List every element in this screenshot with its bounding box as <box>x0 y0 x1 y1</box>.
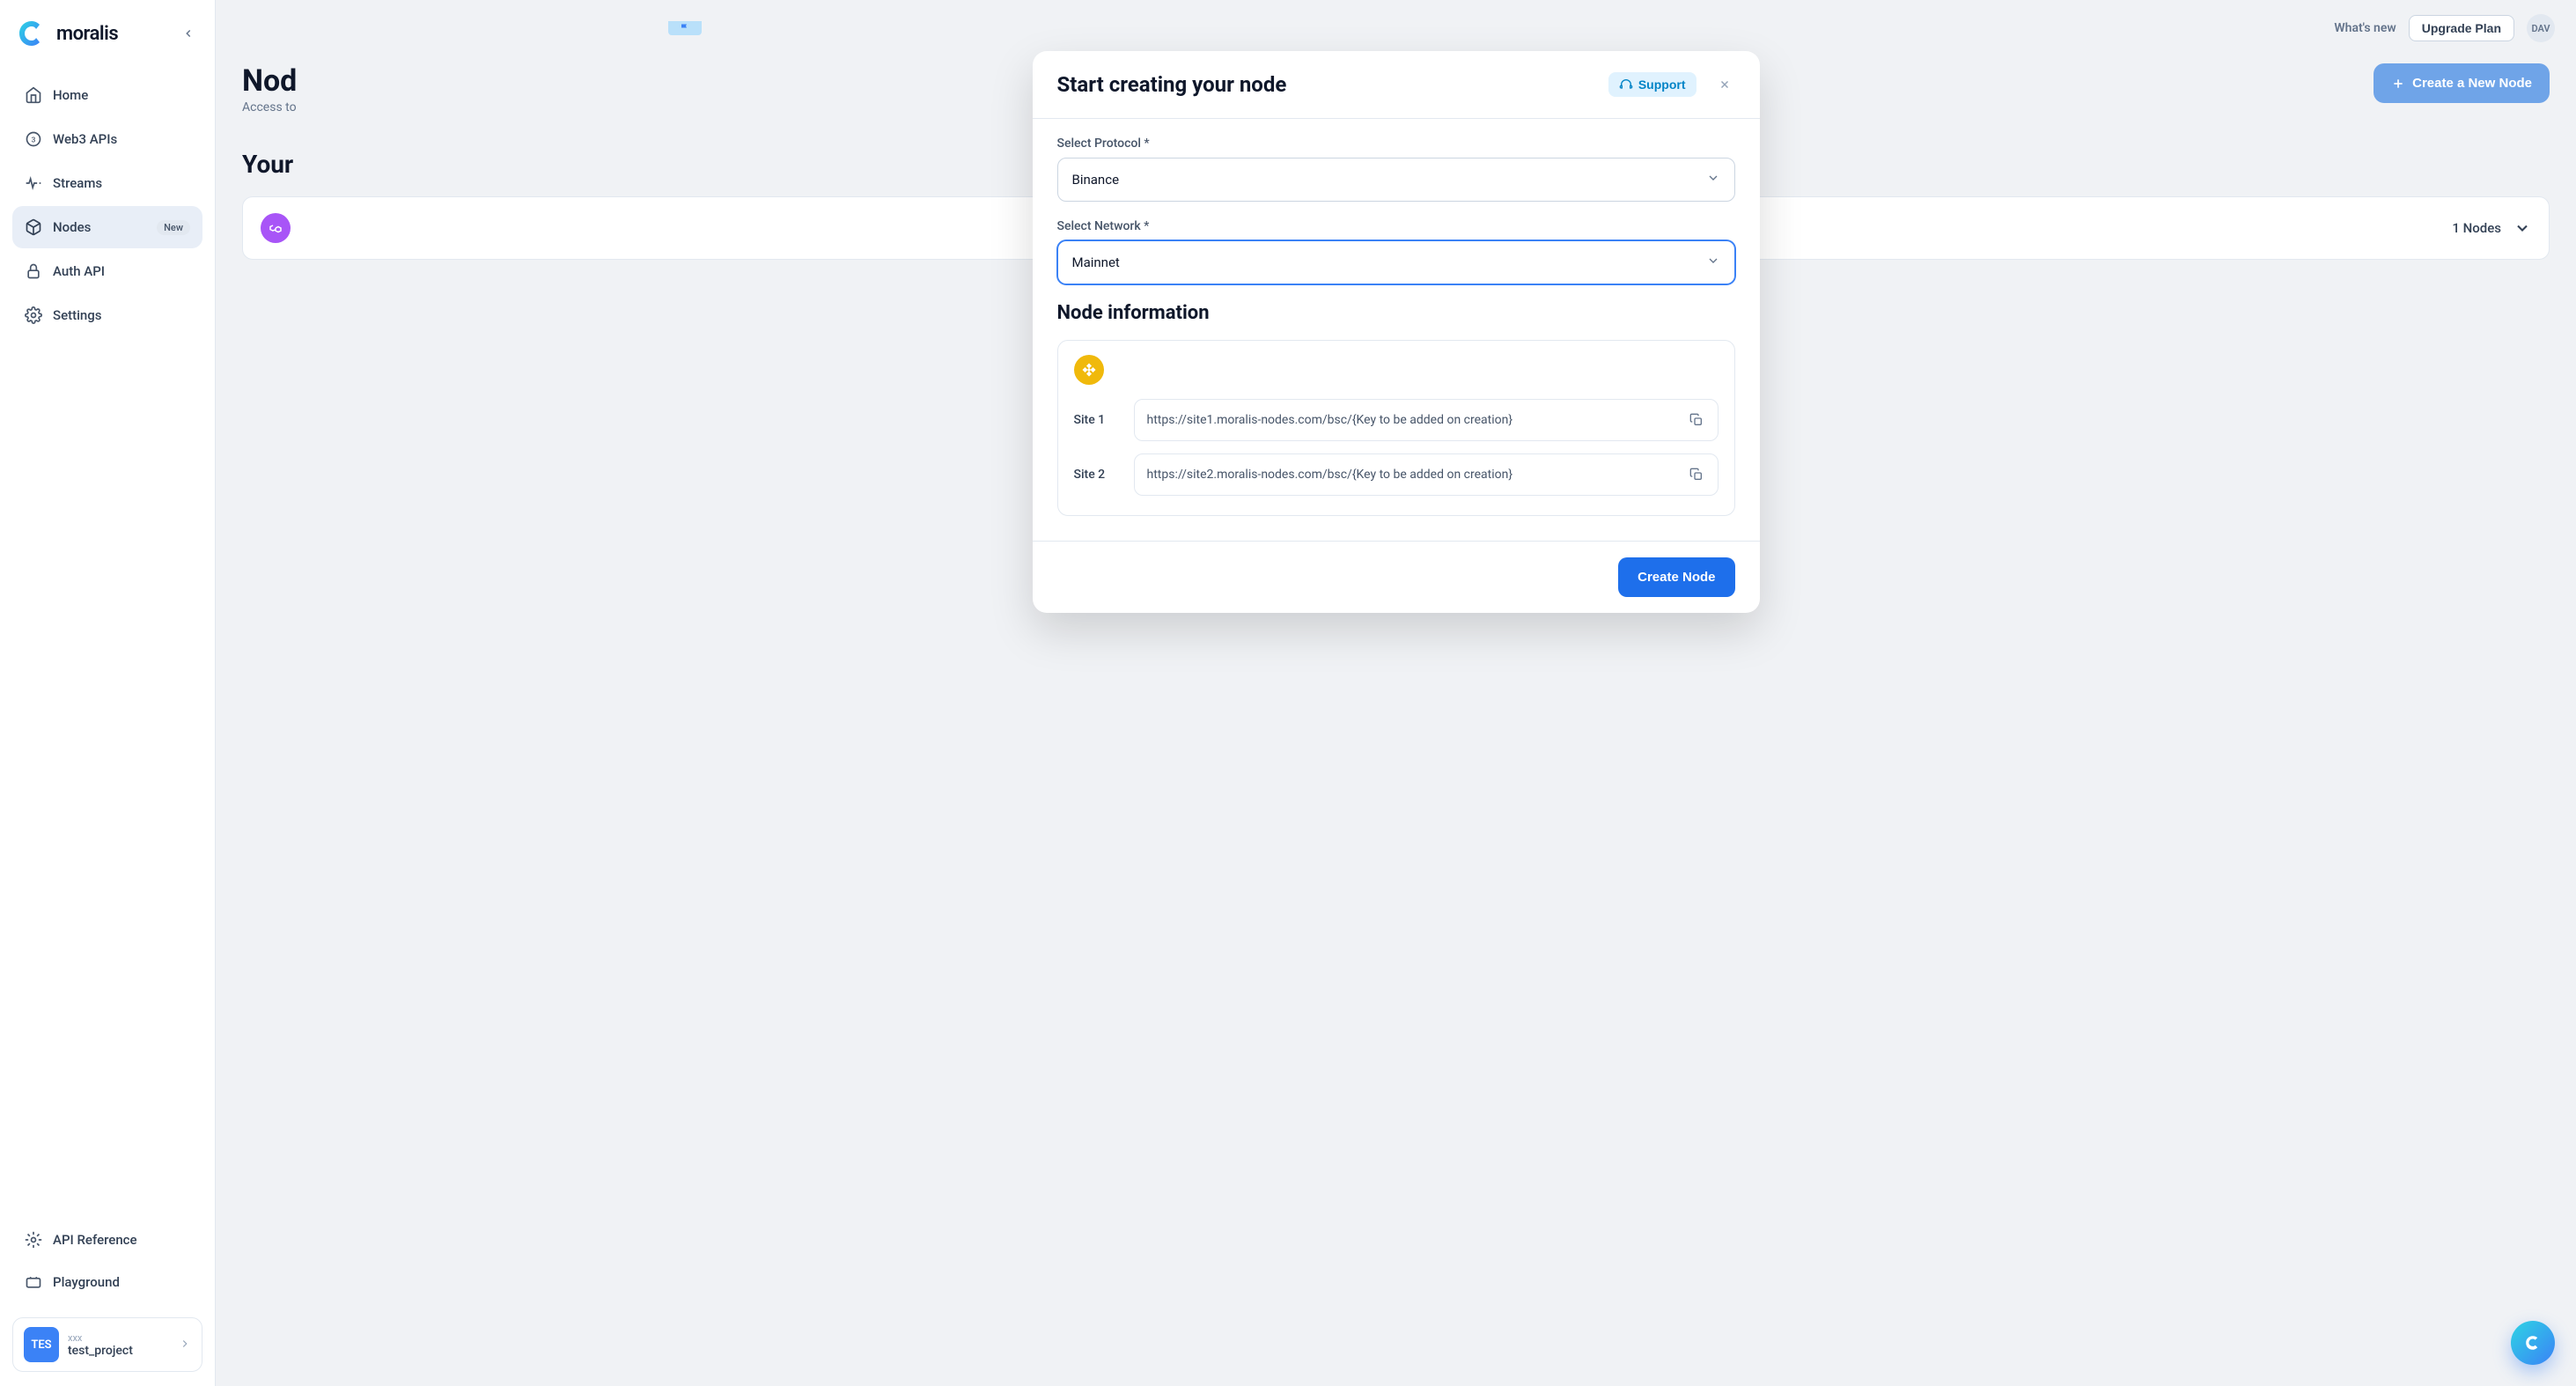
sidebar-item-web3-apis[interactable]: 3 Web3 APIs <box>12 118 202 160</box>
sidebar-item-settings[interactable]: Settings <box>12 294 202 336</box>
sidebar-item-label: Nodes <box>53 219 91 235</box>
upgrade-plan-button[interactable]: Upgrade Plan <box>2409 15 2514 41</box>
plus-icon <box>2391 77 2405 91</box>
moralis-fab-icon <box>2521 1331 2544 1354</box>
main-content: What's new Upgrade Plan DAV Nod Access t… <box>216 0 2576 1386</box>
sidebar-item-auth-api[interactable]: Auth API <box>12 250 202 292</box>
copy-site-1-button[interactable] <box>1688 411 1705 429</box>
sidebar-item-label: Web3 APIs <box>53 131 117 147</box>
site-1-label: Site 1 <box>1074 413 1120 427</box>
sidebar-item-label: Streams <box>53 175 102 191</box>
modal-close-button[interactable] <box>1714 74 1735 95</box>
site-2-label: Site 2 <box>1074 468 1120 482</box>
sidebar-item-label: API Reference <box>53 1232 137 1248</box>
cube-icon <box>25 218 42 236</box>
site-2-url: https://site2.moralis-nodes.com/bsc/{Key… <box>1147 468 1679 482</box>
sidebar-item-label: Home <box>53 87 88 103</box>
user-avatar[interactable]: DAV <box>2527 14 2555 42</box>
node-info-card: Site 1 https://site1.moralis-nodes.com/b… <box>1057 340 1735 516</box>
help-fab[interactable] <box>2511 1321 2555 1365</box>
protocol-label: Select Protocol * <box>1057 136 1735 151</box>
polygon-chain-icon <box>261 213 291 243</box>
protocol-value: Binance <box>1072 172 1120 188</box>
gear-icon <box>25 306 42 324</box>
sidebar: moralis Home 3 Web3 APIs Streams Nodes <box>0 0 216 1386</box>
sidebar-item-playground[interactable]: Playground <box>12 1261 202 1303</box>
project-name: test_project <box>68 1344 170 1358</box>
create-node-modal: Start creating your node Support Select … <box>1033 51 1760 613</box>
sidebar-item-nodes[interactable]: Nodes New <box>12 206 202 248</box>
new-badge: New <box>157 220 190 235</box>
sidebar-item-home[interactable]: Home <box>12 74 202 116</box>
flag-tab[interactable] <box>668 21 702 35</box>
home-icon <box>25 86 42 104</box>
node-info-title: Node information <box>1057 302 1735 324</box>
gear-icon <box>25 1231 42 1249</box>
project-eyebrow: xxx <box>68 1332 170 1344</box>
confirm-create-node-button[interactable]: Create Node <box>1618 557 1734 597</box>
headset-icon <box>1619 77 1633 92</box>
chevron-down-icon <box>1706 171 1720 188</box>
site-2-url-box: https://site2.moralis-nodes.com/bsc/{Key… <box>1134 453 1719 496</box>
whats-new-link[interactable]: What's new <box>2334 21 2396 35</box>
code-icon: 3 <box>25 130 42 148</box>
chevron-right-icon <box>179 1337 191 1353</box>
streams-icon <box>25 174 42 192</box>
support-button[interactable]: Support <box>1608 72 1696 97</box>
binance-icon <box>1074 355 1104 385</box>
close-icon <box>1719 78 1731 91</box>
chevron-left-icon <box>182 27 195 40</box>
create-node-button[interactable]: Create a New Node <box>2374 63 2550 103</box>
protocol-select[interactable]: Binance <box>1057 158 1735 202</box>
modal-title: Start creating your node <box>1057 72 1608 97</box>
moralis-logo-icon <box>14 16 49 51</box>
chevron-down-icon <box>1706 254 1720 271</box>
sidebar-item-api-reference[interactable]: API Reference <box>12 1219 202 1261</box>
copy-site-2-button[interactable] <box>1688 466 1705 483</box>
project-switcher[interactable]: TES xxx test_project <box>12 1317 202 1372</box>
network-label: Select Network * <box>1057 219 1735 233</box>
svg-text:3: 3 <box>32 136 36 144</box>
brand-name: moralis <box>56 23 118 45</box>
lock-icon <box>25 262 42 280</box>
sidebar-item-label: Playground <box>53 1274 120 1290</box>
network-value: Mainnet <box>1072 254 1120 270</box>
logo[interactable]: moralis <box>14 16 169 51</box>
copy-icon <box>1689 413 1704 427</box>
flag-icon <box>680 23 690 33</box>
node-count: 1 Nodes <box>2452 220 2501 236</box>
sidebar-item-label: Settings <box>53 307 102 323</box>
chevron-down-icon <box>2513 219 2531 237</box>
sidebar-item-label: Auth API <box>53 263 105 279</box>
site-1-url-box: https://site1.moralis-nodes.com/bsc/{Key… <box>1134 399 1719 441</box>
sidebar-collapse-button[interactable] <box>176 21 201 46</box>
sidebar-item-streams[interactable]: Streams <box>12 162 202 204</box>
network-select[interactable]: Mainnet <box>1057 240 1735 284</box>
project-avatar: TES <box>24 1327 59 1362</box>
playground-icon <box>25 1273 42 1291</box>
copy-icon <box>1689 468 1704 482</box>
site-1-url: https://site1.moralis-nodes.com/bsc/{Key… <box>1147 413 1679 427</box>
